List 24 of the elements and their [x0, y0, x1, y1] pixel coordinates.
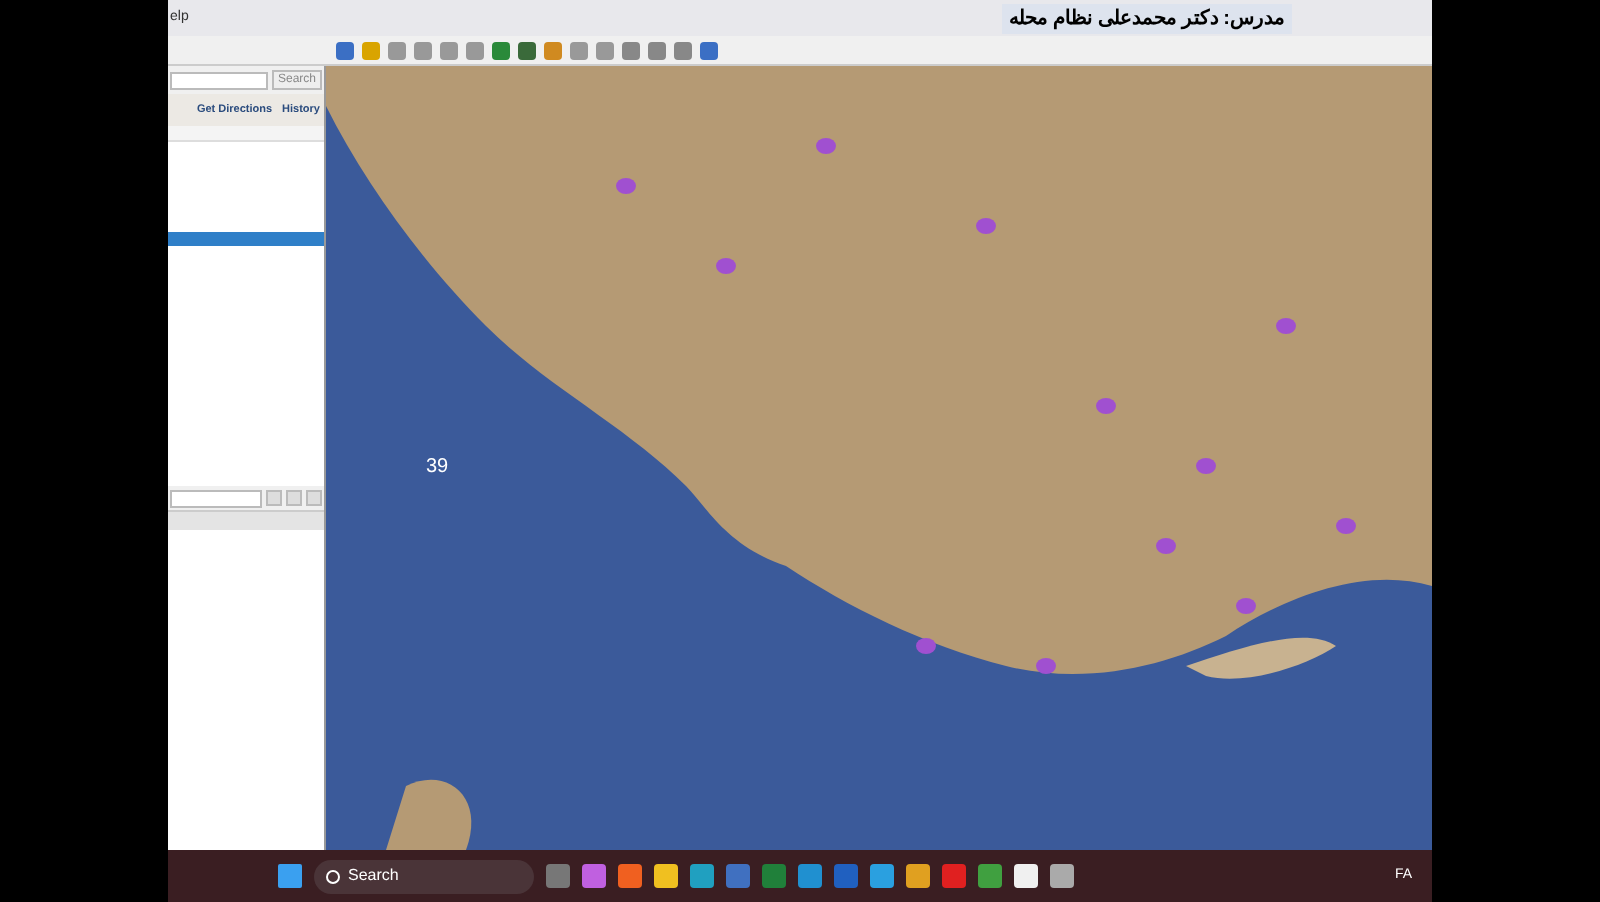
app-icon[interactable] — [834, 864, 858, 888]
app-icon[interactable] — [762, 864, 786, 888]
app-icon[interactable] — [690, 864, 714, 888]
app-icon[interactable] — [870, 864, 894, 888]
app-icon[interactable] — [726, 864, 750, 888]
title-text: مدرس: دکتر محمدعلی نظام محله — [1001, 3, 1292, 33]
app-icon[interactable] — [978, 864, 1002, 888]
app-icon[interactable] — [618, 864, 642, 888]
taskbar-search[interactable]: Search — [314, 859, 534, 893]
map-label: 39 — [426, 454, 449, 482]
app-icon[interactable] — [1014, 864, 1038, 888]
app-icon[interactable] — [582, 864, 606, 888]
app-icon[interactable] — [1050, 864, 1074, 888]
search-field[interactable] — [170, 71, 268, 89]
app-icon[interactable] — [906, 864, 930, 888]
app-icon[interactable] — [942, 864, 966, 888]
layer-field[interactable] — [170, 489, 262, 507]
search-text: Search — [348, 864, 399, 888]
app-icon[interactable] — [546, 864, 570, 888]
app-icon[interactable] — [798, 864, 822, 888]
app-icon[interactable] — [654, 864, 678, 888]
search-icon — [326, 869, 340, 883]
start-icon[interactable] — [278, 864, 302, 888]
satellite-map[interactable]: 39 — [326, 66, 1432, 850]
